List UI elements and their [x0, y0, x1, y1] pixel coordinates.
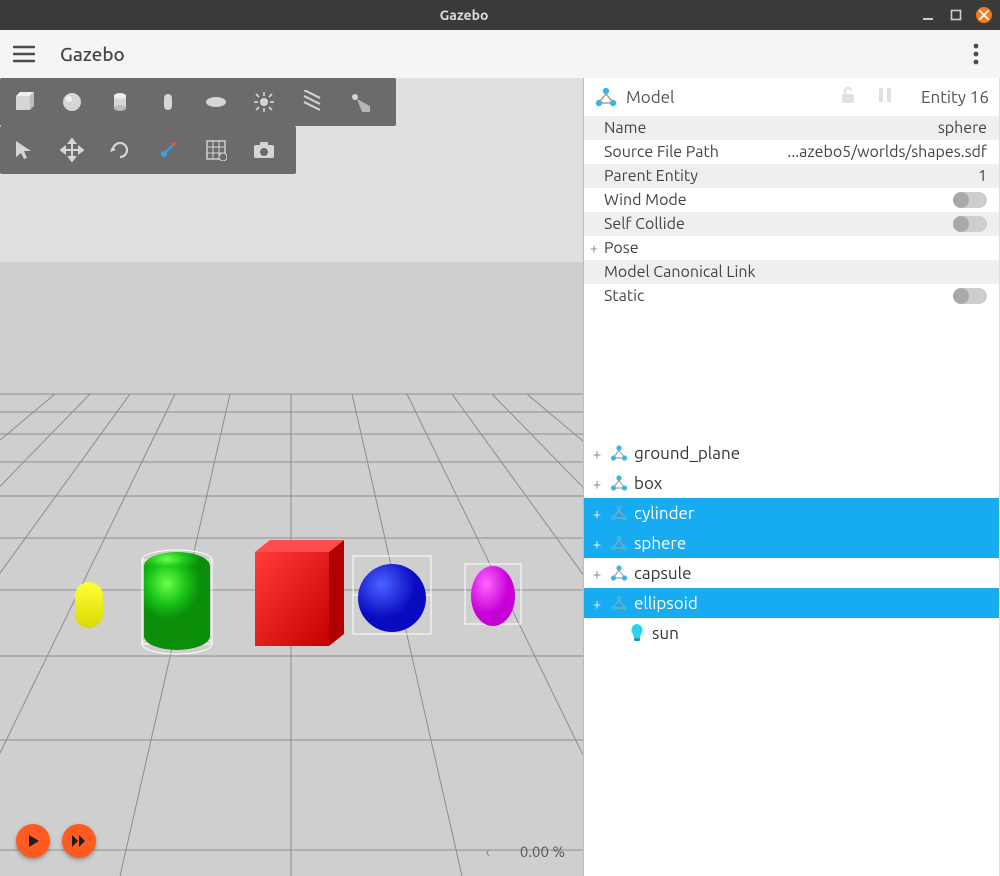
entity-tree[interactable]: + ground_plane + box + cylinder + sphere + capsul…: [584, 438, 999, 876]
tree-node-label: capsule: [634, 564, 691, 583]
model-icon: [608, 502, 630, 524]
insert-pointlight-button[interactable]: [240, 78, 288, 126]
tree-node-label: sphere: [634, 534, 686, 553]
window-buttons: [920, 7, 992, 23]
component-inspector: Model Entity 16 Namesphere Source File P…: [584, 78, 999, 308]
prop-canonical-link: Model Canonical Link: [584, 260, 999, 284]
tree-node-ground_plane[interactable]: + ground_plane: [584, 438, 999, 468]
tree-node-ellipsoid[interactable]: + ellipsoid: [584, 588, 999, 618]
expand-icon[interactable]: +: [590, 505, 604, 522]
shape-capsule: [75, 582, 103, 628]
overflow-menu-button[interactable]: [962, 40, 990, 68]
tree-node-cylinder[interactable]: + cylinder: [584, 498, 999, 528]
insert-shapes-toolbar: [0, 78, 396, 126]
window-titlebar: Gazebo: [0, 0, 1000, 30]
light-icon: [626, 622, 648, 644]
insert-box-button[interactable]: [0, 78, 48, 126]
wind-mode-toggle[interactable]: [953, 192, 987, 208]
app-title: Gazebo: [60, 43, 125, 65]
self-collide-toggle[interactable]: [953, 216, 987, 232]
expand-icon[interactable]: +: [590, 595, 604, 612]
expand-icon[interactable]: +: [590, 535, 604, 552]
simulation-controls: [16, 824, 96, 858]
window-minimize-button[interactable]: [920, 7, 936, 23]
inspector-type-label: Model: [626, 88, 831, 107]
rotate-tool-button[interactable]: [96, 126, 144, 174]
select-tool-button[interactable]: [0, 126, 48, 174]
play-button[interactable]: [16, 824, 50, 858]
tree-node-label: ellipsoid: [634, 594, 698, 613]
insert-spotlight-button[interactable]: [336, 78, 384, 126]
translate-tool-button[interactable]: [48, 126, 96, 174]
shape-box: [255, 540, 344, 646]
app-header: Gazebo: [0, 30, 1000, 78]
prop-wind-mode: Wind Mode: [584, 188, 999, 212]
insert-cylinder-button[interactable]: [96, 78, 144, 126]
model-icon: [608, 472, 630, 494]
tree-node-label: ground_plane: [634, 444, 740, 463]
tree-node-label: cylinder: [634, 504, 694, 523]
3d-viewport[interactable]: ‹0.00 %: [0, 78, 583, 876]
prop-parent-entity: Parent Entity1: [584, 164, 999, 188]
expand-icon[interactable]: +: [590, 565, 604, 582]
tree-node-sphere[interactable]: + sphere: [584, 528, 999, 558]
model-icon: [594, 85, 618, 109]
insert-ellipsoid-button[interactable]: [192, 78, 240, 126]
window-title: Gazebo: [8, 7, 920, 23]
manipulate-toolbar: [0, 126, 296, 174]
model-icon: [608, 592, 630, 614]
tree-node-sun[interactable]: sun: [584, 618, 999, 648]
window-maximize-button[interactable]: [948, 7, 964, 23]
right-panel: Model Entity 16 Namesphere Source File P…: [583, 78, 999, 876]
lock-icon[interactable]: [839, 85, 861, 109]
insert-capsule-button[interactable]: [144, 78, 192, 126]
realtime-factor-status: ‹0.00 %: [486, 843, 565, 860]
window-close-button[interactable]: [976, 7, 992, 23]
entity-id-label: Entity 16: [921, 88, 989, 107]
prop-name: Namesphere: [584, 116, 999, 140]
screenshot-button[interactable]: [240, 126, 288, 174]
tree-node-capsule[interactable]: + capsule: [584, 558, 999, 588]
pause-icon[interactable]: [877, 86, 899, 108]
shape-cylinder: [142, 550, 212, 654]
expand-icon[interactable]: +: [590, 445, 604, 462]
expand-icon[interactable]: +: [590, 240, 604, 256]
tree-node-label: sun: [652, 624, 679, 643]
insert-sphere-button[interactable]: [48, 78, 96, 126]
expand-icon[interactable]: +: [590, 475, 604, 492]
tree-node-box[interactable]: + box: [584, 468, 999, 498]
grid-toggle-button[interactable]: [192, 126, 240, 174]
model-icon: [608, 532, 630, 554]
model-icon: [608, 442, 630, 464]
static-toggle[interactable]: [953, 288, 987, 304]
prop-self-collide: Self Collide: [584, 212, 999, 236]
prop-source-file: Source File Path...azebo5/worlds/shapes.…: [584, 140, 999, 164]
transform-tool-button[interactable]: [144, 126, 192, 174]
hamburger-menu-button[interactable]: [10, 40, 38, 68]
model-icon: [608, 562, 630, 584]
prop-static: Static: [584, 284, 999, 308]
prop-pose[interactable]: +Pose: [584, 236, 999, 260]
tree-node-label: box: [634, 474, 662, 493]
expand-left-icon[interactable]: ‹: [486, 843, 490, 860]
step-button[interactable]: [62, 824, 96, 858]
insert-directionallight-button[interactable]: [288, 78, 336, 126]
